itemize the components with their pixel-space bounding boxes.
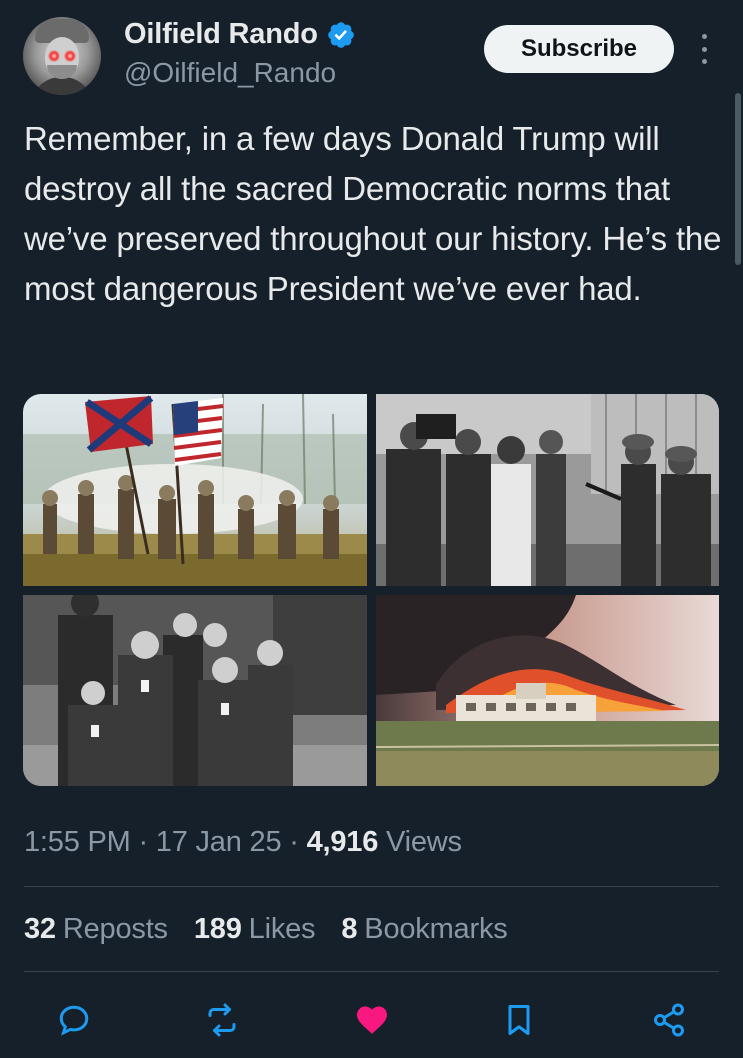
divider xyxy=(24,971,719,972)
share-icon xyxy=(654,1003,684,1037)
tweet-meta: 1:55 PM · 17 Jan 25 · 4,916 Views xyxy=(24,826,462,859)
likes-stat[interactable]: 189 Likes xyxy=(194,913,316,946)
author-handle[interactable]: @Oilfield_Rando xyxy=(124,57,336,89)
repost-button[interactable] xyxy=(200,998,244,1042)
laser-eye-left xyxy=(48,50,60,62)
divider xyxy=(24,886,719,887)
meta-separator: · xyxy=(289,826,299,858)
subscribe-button[interactable]: Subscribe xyxy=(484,25,674,73)
more-vertical-icon[interactable] xyxy=(694,34,714,64)
scrollbar[interactable] xyxy=(735,93,741,265)
tweet-text: Remember, in a few days Donald Trump wil… xyxy=(24,120,722,307)
share-button[interactable] xyxy=(647,998,691,1042)
likes-count: 189 xyxy=(193,913,242,945)
media-grid xyxy=(23,394,719,786)
tweet-time[interactable]: 1:55 PM xyxy=(24,826,131,858)
views-count[interactable]: 4,916 xyxy=(307,826,379,858)
media-burning-building-photo[interactable] xyxy=(376,595,719,786)
bookmarks-count: 8 xyxy=(341,913,358,945)
reply-button[interactable] xyxy=(52,998,96,1042)
views-label[interactable]: Views xyxy=(386,826,462,858)
media-internment-photo[interactable] xyxy=(23,595,367,786)
heart-icon xyxy=(357,1006,387,1034)
meta-separator: · xyxy=(138,826,148,858)
bookmark-icon xyxy=(508,1005,530,1035)
media-civil-rights-photo[interactable] xyxy=(376,394,719,586)
bookmarks-label: Bookmarks xyxy=(364,913,508,945)
laser-eye-right xyxy=(64,50,76,62)
avatar[interactable] xyxy=(23,17,101,95)
verified-badge-icon xyxy=(327,21,354,48)
reposts-count: 32 xyxy=(24,913,56,945)
engagement-stats: 32 Reposts 189 Likes 8 Bookmarks xyxy=(24,913,508,946)
tweet-date[interactable]: 17 Jan 25 xyxy=(156,826,282,858)
author-display-name[interactable]: Oilfield Rando xyxy=(124,18,318,51)
like-button[interactable] xyxy=(350,998,394,1042)
likes-label: Likes xyxy=(248,913,316,945)
reply-icon xyxy=(59,1005,89,1036)
reposts-stat[interactable]: 32 Reposts xyxy=(24,913,168,946)
tweet-detail: Oilfield Rando @Oilfield_Rando Subscribe… xyxy=(0,0,743,1058)
media-civil-war-battle[interactable] xyxy=(23,394,367,586)
bookmark-button[interactable] xyxy=(497,998,541,1042)
repost-icon xyxy=(208,1003,236,1037)
reposts-label: Reposts xyxy=(62,913,168,945)
bookmarks-stat[interactable]: 8 Bookmarks xyxy=(341,913,507,946)
author-name-row[interactable]: Oilfield Rando xyxy=(124,18,356,51)
